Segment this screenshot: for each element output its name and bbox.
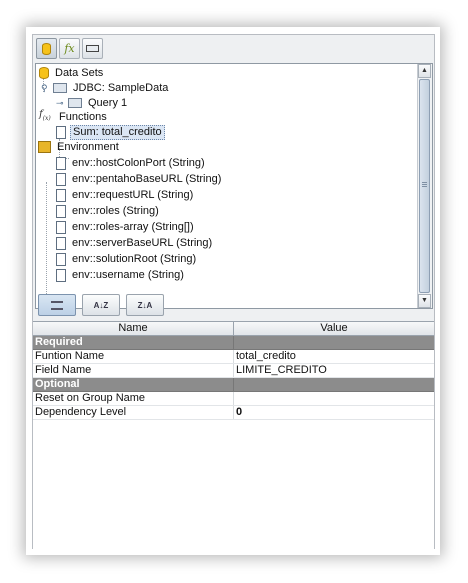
tree-label: env::roles (String) <box>72 205 159 217</box>
scroll-down-arrow-icon[interactable]: ▼ <box>418 294 431 308</box>
tree-node-environment[interactable]: Environment <box>38 139 121 155</box>
expander-icon[interactable]: ⚲ <box>41 80 51 96</box>
table-row[interactable]: Dependency Level 0 <box>33 406 434 420</box>
query-icon <box>68 98 82 108</box>
column-header-value[interactable]: Value <box>234 322 434 335</box>
property-name: Funtion Name <box>33 350 234 363</box>
document-icon <box>56 156 66 170</box>
tree-node-env-item[interactable]: env::serverBaseURL (String) <box>56 235 214 251</box>
environment-icon <box>86 45 99 52</box>
categorized-view-icon <box>51 300 63 310</box>
property-value[interactable]: 0 <box>234 406 434 419</box>
tree-label: env::serverBaseURL (String) <box>72 237 213 249</box>
tree-label: env::roles-array (String[]) <box>72 221 194 233</box>
add-function-button[interactable]: fx <box>59 38 80 59</box>
tree-label: env::solutionRoot (String) <box>72 253 197 265</box>
tree-label: env::username (String) <box>72 269 184 281</box>
report-data-panel: fx Data Sets ⚲ JDBC: SampleData ⊸ Query … <box>32 34 435 549</box>
tree-label: JDBC: SampleData <box>73 82 169 94</box>
add-data-set-button[interactable] <box>36 38 57 59</box>
column-header-name[interactable]: Name <box>33 322 234 335</box>
property-toolbar: A↓Z Z↓A <box>38 294 164 318</box>
database-icon <box>42 42 51 55</box>
group-label: Optional <box>33 378 234 391</box>
grip-line <box>422 186 427 187</box>
property-name: Field Name <box>33 364 234 377</box>
tree-node-jdbc[interactable]: ⚲ JDBC: SampleData <box>41 80 170 96</box>
sort-descending-icon: Z↓A <box>137 300 153 310</box>
document-icon <box>56 252 66 266</box>
table-row[interactable]: Reset on Group Name <box>33 392 434 406</box>
tree-node-function-item[interactable]: Sum: total_credito <box>56 124 165 140</box>
document-icon <box>56 204 66 218</box>
document-icon <box>56 172 66 186</box>
tree-node-env-item[interactable]: env::hostColonPort (String) <box>56 155 207 171</box>
table-header: Name Value <box>33 322 434 336</box>
scroll-up-arrow-icon[interactable]: ▲ <box>418 64 431 78</box>
property-value[interactable]: LIMITE_CREDITO <box>234 364 434 377</box>
tree-label: Environment <box>57 141 119 153</box>
tree-node-env-item[interactable]: env::pentahoBaseURL (String) <box>56 171 223 187</box>
tree-node-env-item[interactable]: env::username (String) <box>56 267 186 283</box>
tree-node-env-item[interactable]: env::solutionRoot (String) <box>56 251 198 267</box>
sort-ascending-icon: A↓Z <box>93 300 109 310</box>
database-icon <box>39 67 49 79</box>
property-value[interactable] <box>234 392 434 405</box>
environment-icon <box>38 141 51 153</box>
document-icon <box>56 268 66 282</box>
tree-guide <box>46 182 47 302</box>
document-icon <box>56 236 66 250</box>
grip-line <box>422 182 427 183</box>
data-toolbar: fx <box>36 38 103 60</box>
tree-label: env::hostColonPort (String) <box>72 157 205 169</box>
group-label: Required <box>33 336 234 349</box>
property-name: Dependency Level <box>33 406 234 419</box>
document-icon <box>56 188 66 202</box>
properties-table: Name Value Required Funtion Name total_c… <box>33 321 434 549</box>
group-filler <box>234 336 434 349</box>
tree-node-env-item[interactable]: env::roles-array (String[]) <box>56 219 196 235</box>
table-row[interactable]: Funtion Name total_credito <box>33 350 434 364</box>
group-filler <box>234 378 434 391</box>
tree-node-env-item[interactable]: env::requestURL (String) <box>56 187 195 203</box>
tree-node-functions[interactable]: f(x) Functions <box>39 109 109 125</box>
property-name: Reset on Group Name <box>33 392 234 405</box>
tree-label: Functions <box>59 111 107 123</box>
function-fx-icon: fx <box>64 42 75 55</box>
data-tree[interactable]: Data Sets ⚲ JDBC: SampleData ⊸ Query 1 f… <box>35 63 433 309</box>
property-value[interactable]: total_credito <box>234 350 434 363</box>
document-icon <box>56 125 66 139</box>
tree-node-data-sets[interactable]: Data Sets <box>39 65 105 81</box>
add-parameter-button[interactable] <box>82 38 103 59</box>
tree-node-env-item[interactable]: env::roles (String) <box>56 203 161 219</box>
scroll-thumb[interactable] <box>419 79 430 293</box>
document-icon <box>56 220 66 234</box>
tree-label: Data Sets <box>55 67 104 79</box>
group-row-optional[interactable]: Optional <box>33 378 434 392</box>
function-fx-icon: f(x) <box>39 109 51 122</box>
connection-icon <box>53 83 67 93</box>
sort-descending-button[interactable]: Z↓A <box>126 294 164 316</box>
table-row[interactable]: Field Name LIMITE_CREDITO <box>33 364 434 378</box>
group-row-required[interactable]: Required <box>33 336 434 350</box>
tree-label: Sum: total_credito <box>70 124 165 140</box>
tree-label: env::requestURL (String) <box>72 189 194 201</box>
sort-ascending-button[interactable]: A↓Z <box>82 294 120 316</box>
tree-label: env::pentahoBaseURL (String) <box>72 173 222 185</box>
tree-scrollbar[interactable]: ▲ ▼ <box>417 64 432 308</box>
grip-line <box>422 184 427 185</box>
categorized-view-button[interactable] <box>38 294 76 316</box>
